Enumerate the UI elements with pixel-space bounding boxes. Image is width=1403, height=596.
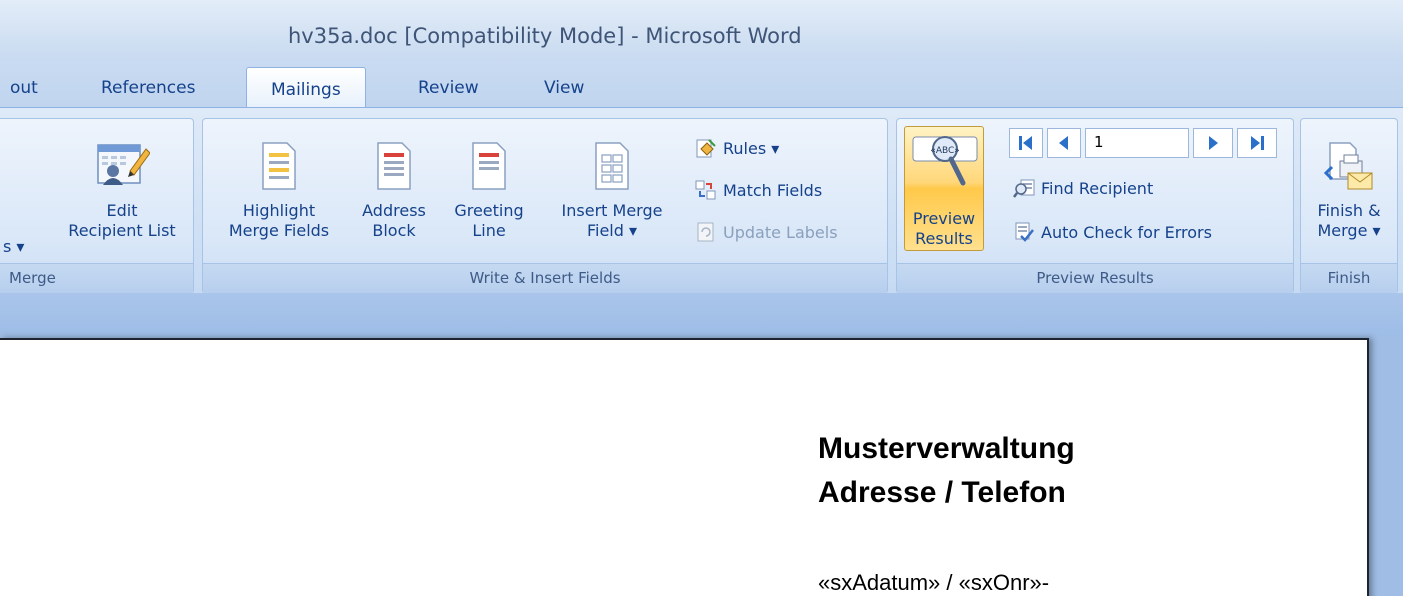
ribbon-tabs: out References Mailings Review View	[0, 62, 1403, 110]
check-errors-icon	[1015, 222, 1034, 242]
previous-record-icon	[1059, 136, 1068, 150]
title-bar: hv35a.doc [Compatibility Mode] - Microso…	[0, 0, 1403, 62]
tab-references[interactable]: References	[101, 78, 195, 98]
greeting-label-line2: Line	[472, 221, 506, 240]
highlight-fields-icon	[262, 142, 296, 190]
document-merge-line: «sxAdatum» / «sxOnr»-	[818, 570, 1050, 595]
tab-review[interactable]: Review	[418, 78, 479, 98]
finish-label-line2: Merge ▾	[1317, 221, 1381, 240]
address-book-edit-icon	[97, 144, 150, 185]
next-record-button[interactable]	[1193, 128, 1233, 158]
group-start-mail-merge: s ▾ Edit Recipient List Merge	[0, 118, 194, 294]
match-fields-icon	[695, 180, 716, 200]
next-record-icon	[1209, 136, 1218, 150]
tab-mailings[interactable]: Mailings	[246, 67, 366, 110]
document-heading-2: Adresse / Telefon	[818, 476, 1066, 509]
auto-check-label: Auto Check for Errors	[1041, 222, 1212, 242]
group-label-merge: Merge	[0, 263, 193, 293]
insert-field-icon	[595, 142, 629, 190]
address-block-button[interactable]: Address Block	[351, 141, 437, 241]
finish-merge-button[interactable]: Finish & Merge ▾	[1301, 141, 1397, 241]
match-fields-label: Match Fields	[723, 180, 823, 200]
highlight-label-line2: Merge Fields	[228, 221, 330, 240]
match-fields-button[interactable]: Match Fields	[695, 179, 822, 201]
find-recipient-label: Find Recipient	[1041, 178, 1154, 198]
greeting-line-icon	[472, 142, 506, 190]
auto-check-errors-button[interactable]: Auto Check for Errors	[1013, 221, 1212, 243]
abc-magnifier-icon: «ABC»	[912, 136, 978, 186]
address-label-line2: Block	[372, 221, 416, 240]
highlight-merge-fields-button[interactable]: Highlight Merge Fields	[219, 141, 339, 241]
rules-icon	[696, 139, 716, 158]
last-record-icon	[1251, 136, 1264, 150]
ribbon: s ▾ Edit Recipient List Merge Highlight …	[0, 107, 1403, 294]
address-block-icon	[377, 142, 411, 190]
edit-recipient-list-button[interactable]: Edit Recipient List	[57, 141, 187, 241]
insert-merge-label-line2: Field ▾	[586, 221, 638, 240]
group-preview-results: «ABC» Preview Results 1 Find Recipient A…	[896, 118, 1294, 294]
finish-label-line1: Finish &	[1317, 201, 1381, 220]
svg-text:«ABC»: «ABC»	[930, 146, 959, 156]
previous-record-button[interactable]	[1047, 128, 1081, 158]
first-record-icon	[1019, 136, 1032, 150]
edit-label-line1: Edit	[106, 201, 138, 220]
update-labels-icon	[697, 222, 714, 242]
record-number-input[interactable]: 1	[1085, 128, 1189, 158]
greeting-label-line1: Greeting	[454, 201, 524, 220]
address-label-line1: Address	[362, 201, 426, 220]
tab-view[interactable]: View	[544, 78, 584, 98]
last-record-button[interactable]	[1237, 128, 1277, 158]
select-recipients-button[interactable]: s ▾	[3, 237, 24, 256]
select-recipients-label: s ▾	[3, 237, 25, 256]
group-label-write-insert: Write & Insert Fields	[203, 263, 887, 293]
group-label-preview: Preview Results	[897, 263, 1293, 293]
window-title: hv35a.doc [Compatibility Mode] - Microso…	[288, 24, 802, 48]
highlight-label-line1: Highlight	[242, 201, 316, 220]
preview-results-button[interactable]: «ABC» Preview Results	[904, 126, 984, 251]
update-labels-label: Update Labels	[723, 222, 838, 242]
edit-label-line2: Recipient List	[68, 221, 176, 240]
greeting-line-button[interactable]: Greeting Line	[443, 141, 535, 241]
insert-merge-field-button[interactable]: Insert Merge Field ▾	[543, 141, 681, 241]
update-labels-button[interactable]: Update Labels	[695, 221, 838, 243]
find-recipient-icon	[1013, 179, 1035, 198]
group-label-finish: Finish	[1301, 263, 1397, 293]
preview-label-line2: Results	[915, 229, 973, 248]
group-finish: Finish & Merge ▾ Finish	[1300, 118, 1398, 294]
first-record-button[interactable]	[1009, 128, 1043, 158]
find-recipient-button[interactable]: Find Recipient	[1013, 177, 1153, 199]
tab-page-layout[interactable]: out	[10, 78, 38, 98]
preview-label-line1: Preview	[912, 209, 976, 228]
document-heading-1: Musterverwaltung	[818, 432, 1075, 465]
record-number-value: 1	[1094, 133, 1104, 151]
group-write-insert-fields: Highlight Merge Fields Address Block Gre…	[202, 118, 888, 294]
document-page[interactable]	[0, 338, 1369, 596]
rules-label: Rules ▾	[723, 138, 780, 158]
insert-merge-label-line1: Insert Merge	[561, 201, 663, 220]
rules-button[interactable]: Rules ▾	[695, 137, 779, 159]
finish-merge-icon	[1324, 142, 1373, 190]
